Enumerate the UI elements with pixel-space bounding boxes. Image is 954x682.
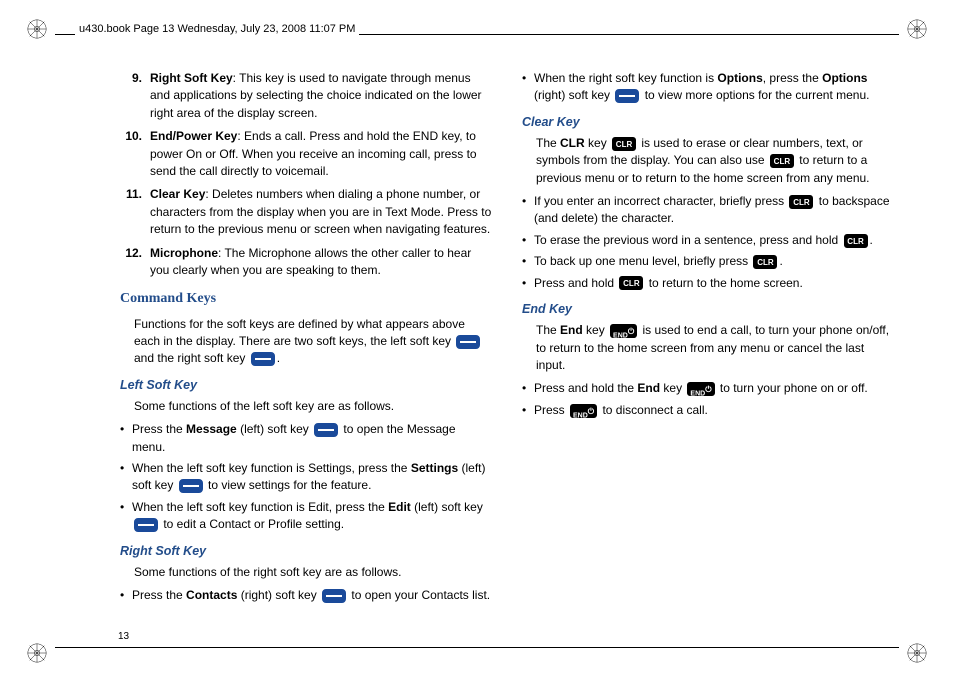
left-intro: Some functions of the left soft key are …: [134, 398, 492, 415]
clr-key-icon: CLR: [612, 137, 636, 151]
end-key-icon: END⏻: [610, 324, 637, 338]
left-soft-key-icon: [134, 518, 158, 532]
clr-key-icon: CLR: [844, 234, 868, 248]
bullet-item: •To back up one menu level, briefly pres…: [522, 253, 894, 270]
heading-left-soft-key: Left Soft Key: [120, 376, 492, 394]
list-item-10: 10. End/Power Key: Ends a call. Press an…: [120, 128, 492, 180]
bullet-item: •Press the Contacts (right) soft key to …: [120, 587, 492, 604]
bottom-divider: [55, 647, 899, 648]
right-soft-key-icon: [251, 352, 275, 366]
left-soft-key-icon: [314, 423, 338, 437]
corner-ornament-icon: [906, 642, 928, 664]
clr-key-icon: CLR: [619, 276, 643, 290]
corner-ornament-icon: [26, 642, 48, 664]
clr-key-icon: CLR: [753, 255, 777, 269]
list-number: 10.: [120, 128, 150, 180]
right-intro: Some functions of the right soft key are…: [134, 564, 492, 581]
page-number: 13: [118, 631, 129, 642]
bullet-item: •Press and hold the End key END⏻ to turn…: [522, 380, 894, 397]
page-body: 9. Right Soft Key: This key is used to n…: [120, 70, 894, 622]
right-soft-key-icon: [615, 89, 639, 103]
bullet-item: •When the left soft key function is Edit…: [120, 499, 492, 534]
left-soft-key-icon: [456, 335, 480, 349]
clear-para: The CLR key CLR is used to erase or clea…: [536, 135, 894, 187]
bullet-item: •If you enter an incorrect character, br…: [522, 193, 894, 228]
bullet-item: •Press and hold CLR to return to the hom…: [522, 275, 894, 292]
clr-key-icon: CLR: [770, 154, 794, 168]
heading-right-soft-key: Right Soft Key: [120, 542, 492, 560]
list-item-9: 9. Right Soft Key: This key is used to n…: [120, 70, 492, 122]
list-number: 12.: [120, 245, 150, 280]
list-number: 9.: [120, 70, 150, 122]
clr-key-icon: CLR: [789, 195, 813, 209]
list-item-12: 12. Microphone: The Microphone allows th…: [120, 245, 492, 280]
left-soft-key-icon: [179, 479, 203, 493]
bullet-item: •Press END⏻ to disconnect a call.: [522, 402, 894, 419]
end-key-icon: END⏻: [570, 404, 597, 418]
list-item-11: 11. Clear Key: Deletes numbers when dial…: [120, 186, 492, 238]
bullet-item: •When the left soft key function is Sett…: [120, 460, 492, 495]
heading-clear-key: Clear Key: [522, 113, 894, 131]
list-term: Clear Key: [150, 187, 205, 201]
end-key-icon: END⏻: [687, 382, 714, 396]
list-term: Right Soft Key: [150, 71, 233, 85]
header-meta: u430.book Page 13 Wednesday, July 23, 20…: [75, 23, 359, 35]
command-keys-para: Functions for the soft keys are defined …: [134, 316, 492, 368]
bullet-item: •Press the Message (left) soft key to op…: [120, 421, 492, 456]
corner-ornament-icon: [26, 18, 48, 40]
bullet-item: •When the right soft key function is Opt…: [522, 70, 894, 105]
heading-end-key: End Key: [522, 300, 894, 318]
list-term: Microphone: [150, 246, 218, 260]
heading-command-keys: Command Keys: [120, 289, 492, 309]
bullet-item: •To erase the previous word in a sentenc…: [522, 232, 894, 249]
corner-ornament-icon: [906, 18, 928, 40]
end-para: The End key END⏻ is used to end a call, …: [536, 322, 894, 374]
right-soft-key-icon: [322, 589, 346, 603]
list-number: 11.: [120, 186, 150, 238]
list-term: End/Power Key: [150, 129, 237, 143]
